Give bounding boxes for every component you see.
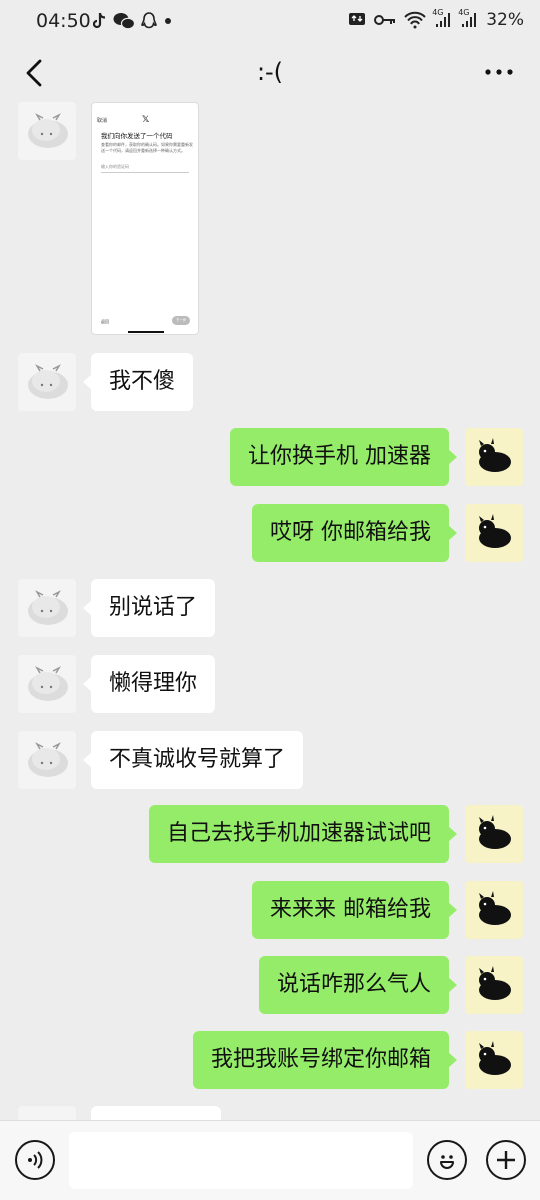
friend-avatar[interactable] bbox=[18, 353, 76, 411]
message-bubble[interactable]: 我把我账号绑定你邮箱 bbox=[192, 1031, 458, 1089]
image-cancel-label: 取消 bbox=[97, 118, 108, 124]
image-message[interactable]: 取消 𝕏 我们向你发送了一个代码 查看你的邮件，获取你的确认码。如果你需要重新发… bbox=[91, 102, 199, 335]
my-avatar[interactable] bbox=[465, 805, 523, 863]
x-logo-icon: 𝕏 bbox=[142, 115, 150, 125]
chat-title: :-( bbox=[256, 58, 284, 86]
more-button[interactable] bbox=[482, 60, 516, 84]
input-bar bbox=[0, 1120, 540, 1200]
message-bubble[interactable]: 不真诚收号就算了 bbox=[82, 731, 304, 789]
message-bubble-partial[interactable] bbox=[91, 1106, 221, 1120]
emoji-button[interactable] bbox=[427, 1140, 467, 1180]
message-bubble[interactable]: 来来来 邮箱给我 bbox=[252, 881, 457, 939]
sheep-avatar-icon bbox=[28, 666, 68, 701]
message-bubble[interactable]: 说话咋那么气人 bbox=[258, 956, 458, 1014]
plus-button[interactable] bbox=[486, 1140, 526, 1180]
message-bubble[interactable]: 别说话了 bbox=[82, 579, 216, 637]
qq-icon bbox=[141, 12, 157, 30]
message-bubble[interactable]: 懒得理你 bbox=[82, 655, 216, 713]
image-next-button: 下一步 bbox=[172, 316, 190, 325]
black-cat-avatar-icon bbox=[479, 966, 511, 1000]
black-cat-avatar-icon bbox=[479, 815, 511, 849]
friend-avatar[interactable] bbox=[18, 655, 76, 713]
voice-icon bbox=[28, 1151, 43, 1169]
image-back-label: 返回 bbox=[101, 319, 109, 324]
image-code-field: 输入你的验证码 bbox=[101, 164, 189, 173]
voice-button[interactable] bbox=[15, 1140, 55, 1180]
plus-icon bbox=[497, 1151, 515, 1169]
dot-icon bbox=[163, 16, 173, 26]
image-home-indicator bbox=[128, 331, 164, 333]
message-bubble[interactable]: 哎呀 你邮箱给我 bbox=[252, 504, 457, 562]
black-cat-avatar-icon bbox=[479, 514, 511, 548]
data-transfer-icon bbox=[348, 12, 366, 28]
sheep-avatar-icon bbox=[28, 742, 68, 777]
my-avatar[interactable] bbox=[465, 504, 523, 562]
wechat-icon bbox=[113, 12, 135, 30]
friend-avatar[interactable] bbox=[18, 579, 76, 637]
status-bar: 04:50 4G 4G 32% bbox=[0, 0, 540, 46]
wifi-icon bbox=[404, 11, 426, 29]
message-bubble[interactable]: 让你换手机 加速器 bbox=[230, 428, 457, 486]
message-bubble[interactable]: 自己去找手机加速器试试吧 bbox=[148, 805, 458, 863]
sheep-avatar-icon bbox=[28, 364, 68, 399]
signal-4g-icon: 4G bbox=[432, 8, 452, 28]
signal-4g-icon-2: 4G bbox=[458, 8, 478, 28]
emoji-icon bbox=[440, 1155, 454, 1169]
black-cat-avatar-icon bbox=[479, 438, 511, 472]
image-heading: 我们向你发送了一个代码 bbox=[101, 132, 173, 140]
friend-avatar[interactable] bbox=[18, 731, 76, 789]
my-avatar[interactable] bbox=[465, 428, 523, 486]
more-horizontal-icon bbox=[485, 69, 513, 75]
key-icon bbox=[374, 13, 396, 27]
sheep-avatar-icon bbox=[28, 113, 68, 148]
my-avatar[interactable] bbox=[465, 956, 523, 1014]
battery-percent: 32% bbox=[486, 10, 524, 30]
message-input[interactable] bbox=[69, 1132, 413, 1189]
friend-avatar[interactable] bbox=[18, 1106, 76, 1120]
black-cat-avatar-icon bbox=[479, 1041, 511, 1075]
my-avatar[interactable] bbox=[465, 881, 523, 939]
friend-avatar[interactable] bbox=[18, 102, 76, 160]
tiktok-icon bbox=[93, 12, 107, 30]
message-bubble[interactable]: 我不傻 bbox=[82, 353, 194, 411]
chat-header: :-( bbox=[0, 46, 540, 102]
black-cat-avatar-icon bbox=[479, 891, 511, 925]
status-time: 04:50 bbox=[36, 10, 91, 32]
image-description: 查看你的邮件，获取你的确认码。如果你需要重新发送一个代码，请返回并重新选择一种确… bbox=[101, 142, 193, 153]
message-list[interactable]: 取消 𝕏 我们向你发送了一个代码 查看你的邮件，获取你的确认码。如果你需要重新发… bbox=[0, 102, 540, 1120]
my-avatar[interactable] bbox=[465, 1031, 523, 1089]
sheep-avatar-icon bbox=[28, 590, 68, 625]
